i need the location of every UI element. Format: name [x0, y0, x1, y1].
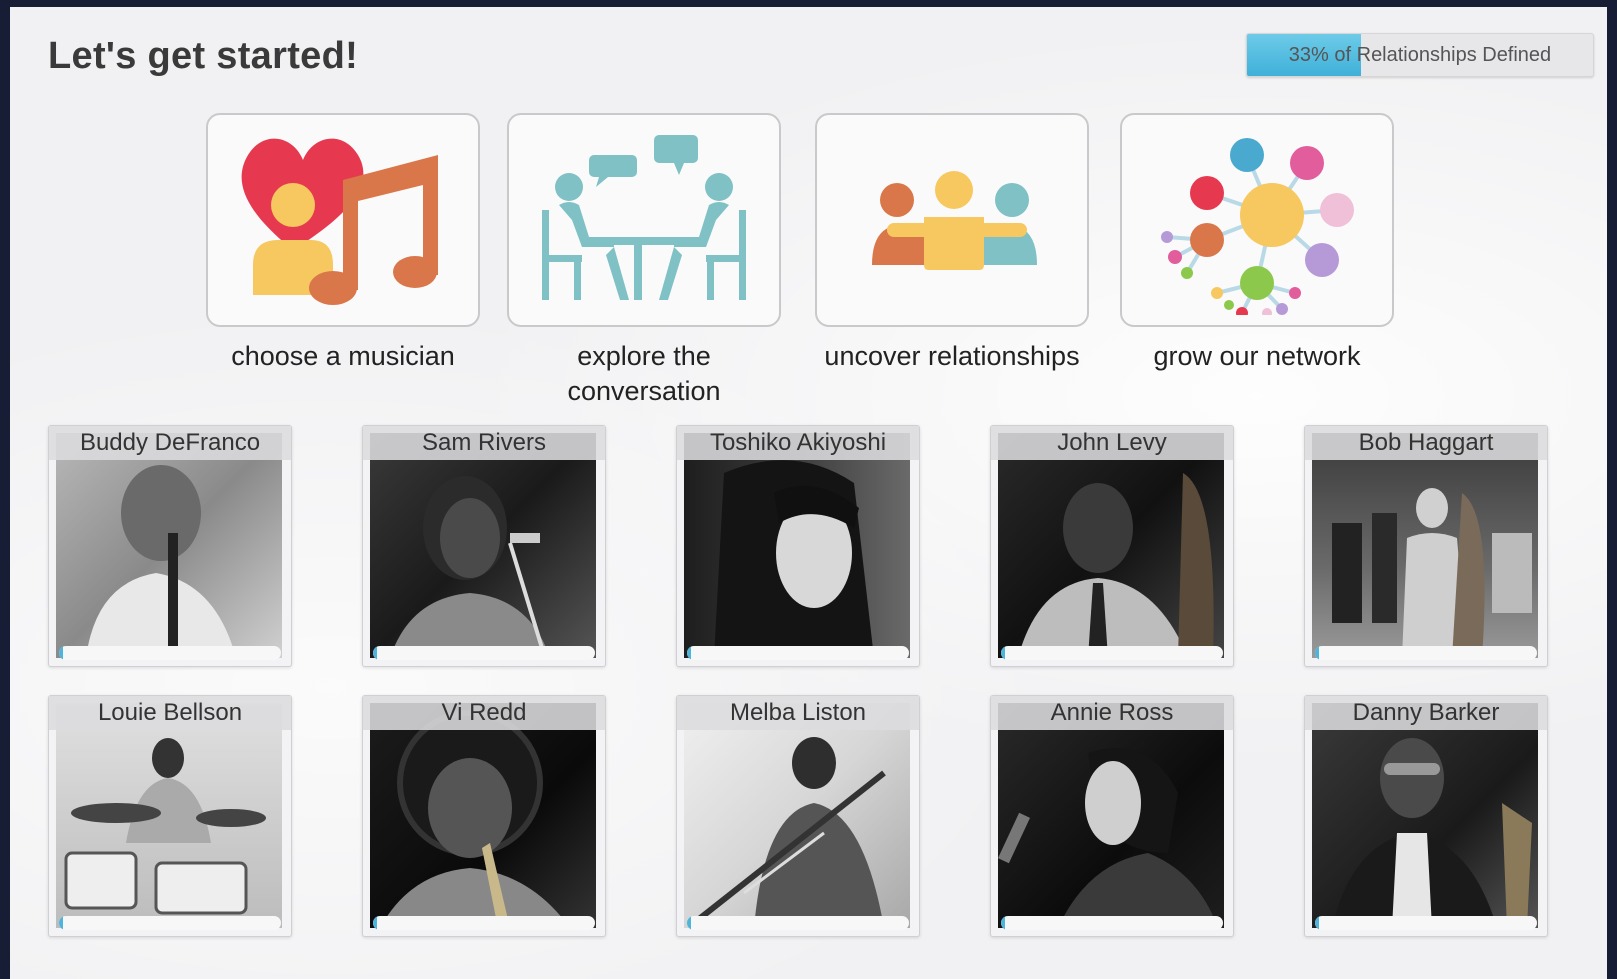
musician-card[interactable]: Toshiko Akiyoshi	[676, 425, 920, 667]
step-label: explore the conversation	[567, 341, 721, 406]
step-icon-box	[1120, 113, 1394, 327]
main-panel: Let's get started! 33% of Relationships …	[10, 7, 1607, 979]
musician-name: Annie Ross	[991, 696, 1233, 730]
musician-progress-fill	[1001, 916, 1006, 930]
musician-card[interactable]: Bob Haggart	[1304, 425, 1548, 667]
musician-progress-bar	[1001, 646, 1223, 660]
musician-photo	[1312, 703, 1538, 928]
step-icon-box	[507, 113, 781, 327]
musician-photo	[370, 433, 596, 658]
three-people-embrace-icon	[872, 171, 1037, 270]
step-label: choose a musician	[231, 341, 455, 371]
musician-card[interactable]: Louie Bellson	[48, 695, 292, 937]
musician-name: Melba Liston	[677, 696, 919, 730]
musician-progress-fill	[1001, 646, 1006, 660]
people-conversation-table-icon	[542, 135, 746, 300]
musician-progress-fill	[687, 646, 692, 660]
musician-photo	[56, 703, 282, 928]
relationships-progress-bar: 33% of Relationships Defined	[1246, 33, 1594, 77]
musician-progress-bar	[1001, 916, 1223, 930]
musician-name: Buddy DeFranco	[49, 426, 291, 460]
musician-progress-fill	[1315, 916, 1320, 930]
musician-photo	[684, 433, 910, 658]
musician-progress-bar	[687, 646, 909, 660]
musician-name: Bob Haggart	[1305, 426, 1547, 460]
musician-progress-bar	[1315, 916, 1537, 930]
step-grow-network: grow our network	[1120, 113, 1394, 374]
step-label: uncover relationships	[824, 341, 1080, 371]
musician-photo	[1312, 433, 1538, 658]
step-icon-box	[206, 113, 480, 327]
musician-photo	[998, 433, 1224, 658]
page-title: Let's get started!	[48, 35, 359, 77]
musician-card[interactable]: John Levy	[990, 425, 1234, 667]
step-uncover-relationships: uncover relationships	[815, 113, 1089, 374]
musician-progress-bar	[687, 916, 909, 930]
musician-card[interactable]: Sam Rivers	[362, 425, 606, 667]
musician-progress-bar	[373, 646, 595, 660]
step-choose-musician: choose a musician	[206, 113, 480, 374]
musician-photo	[998, 703, 1224, 928]
musician-progress-bar	[59, 646, 281, 660]
step-explore-conversation: explore the conversation	[507, 113, 781, 409]
musician-card[interactable]: Buddy DeFranco	[48, 425, 292, 667]
musician-photo	[370, 703, 596, 928]
musician-card[interactable]: Annie Ross	[990, 695, 1234, 937]
musician-progress-fill	[373, 646, 378, 660]
musician-card[interactable]: Danny Barker	[1304, 695, 1548, 937]
network-graph-icon	[1161, 138, 1354, 315]
heart-music-note-icon	[241, 138, 438, 305]
musician-photo	[56, 433, 282, 658]
musician-progress-fill	[687, 916, 692, 930]
musician-card[interactable]: Melba Liston	[676, 695, 920, 937]
step-label: grow our network	[1153, 341, 1361, 371]
progress-label: 33% of Relationships Defined	[1288, 43, 1552, 66]
musician-photo	[684, 703, 910, 928]
musician-name: Louie Bellson	[49, 696, 291, 730]
step-icon-box	[815, 113, 1089, 327]
musician-progress-bar	[59, 916, 281, 930]
musician-progress-fill	[373, 916, 378, 930]
musician-progress-bar	[373, 916, 595, 930]
musician-progress-fill	[59, 646, 64, 660]
musician-name: John Levy	[991, 426, 1233, 460]
musician-card[interactable]: Vi Redd	[362, 695, 606, 937]
musician-progress-fill	[59, 916, 64, 930]
musician-name: Sam Rivers	[363, 426, 605, 460]
musician-name: Vi Redd	[363, 696, 605, 730]
musician-progress-bar	[1315, 646, 1537, 660]
musician-name: Toshiko Akiyoshi	[677, 426, 919, 460]
musician-name: Danny Barker	[1305, 696, 1547, 730]
musician-progress-fill	[1315, 646, 1320, 660]
